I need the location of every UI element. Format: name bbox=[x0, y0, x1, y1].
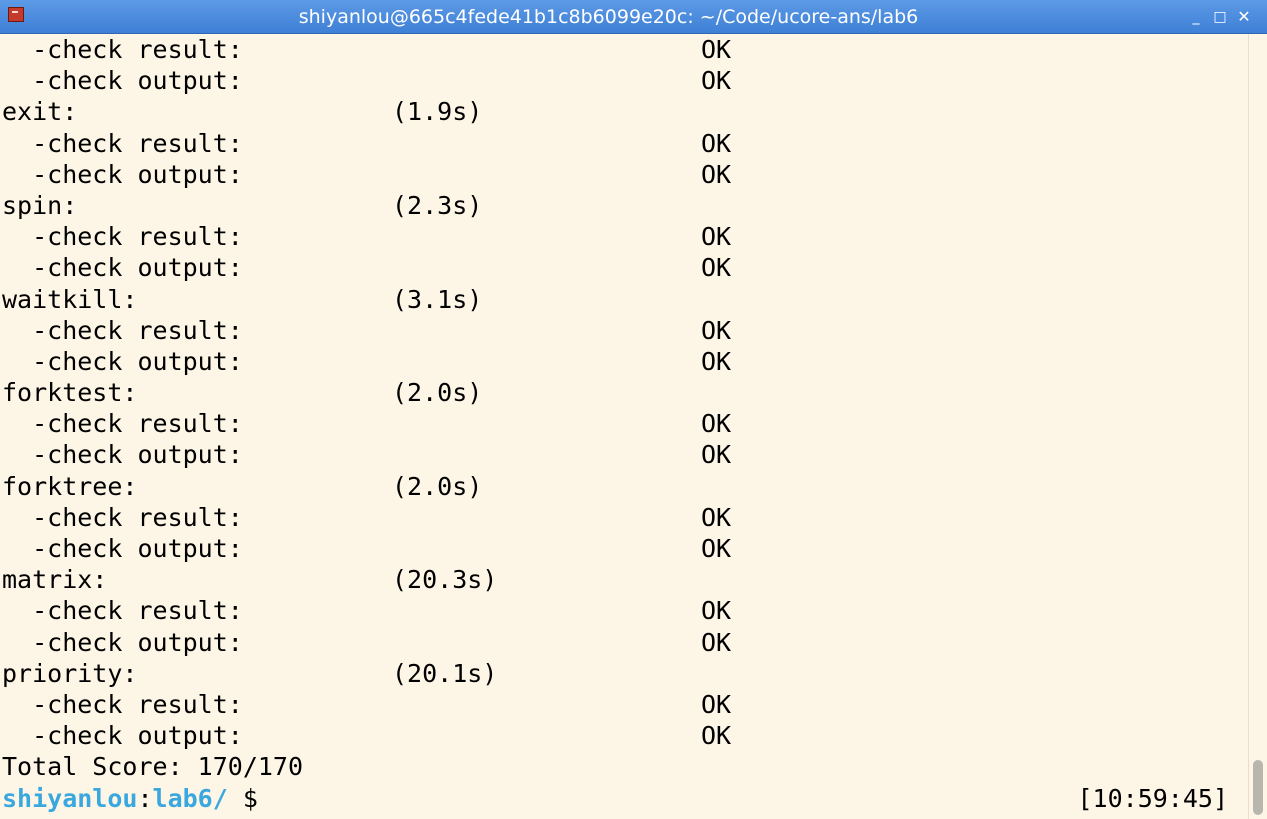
check-status: OK bbox=[701, 159, 732, 189]
shell-prompt-line[interactable]: shiyanlou:lab6/ $ [10:59:45] bbox=[0, 783, 1248, 814]
test-label: -check output: bbox=[2, 440, 243, 470]
output-line: -check result: OK bbox=[0, 502, 1248, 533]
test-label: -check result: bbox=[2, 409, 243, 439]
check-status: OK bbox=[701, 128, 732, 158]
check-status: OK bbox=[701, 440, 732, 470]
total-score-text: Total Score: 170/170 bbox=[2, 752, 304, 782]
window-title: shiyanlou@665c4fede41b1c8b6099e20c: ~/Co… bbox=[298, 6, 919, 28]
check-status: OK bbox=[701, 66, 732, 96]
check-status: OK bbox=[701, 721, 732, 751]
test-label: waitkill: bbox=[2, 284, 138, 314]
test-label: exit: bbox=[2, 97, 78, 127]
test-label: -check output: bbox=[2, 346, 243, 376]
check-status: OK bbox=[701, 409, 732, 439]
output-line: -check output: OK bbox=[0, 627, 1248, 658]
test-label: -check output: bbox=[2, 721, 243, 751]
output-line: exit: (1.9s) bbox=[0, 96, 1248, 127]
scrollbar-thumb[interactable] bbox=[1253, 760, 1263, 815]
output-line: waitkill: (3.1s) bbox=[0, 284, 1248, 315]
output-line: matrix: (20.3s) bbox=[0, 564, 1248, 595]
check-status: OK bbox=[701, 35, 732, 64]
test-label: -check output: bbox=[2, 253, 243, 283]
output-line: -check result: OK bbox=[0, 595, 1248, 626]
test-duration: (3.1s) bbox=[392, 284, 483, 314]
prompt-user: shiyanlou bbox=[2, 783, 138, 813]
check-status: OK bbox=[701, 627, 732, 657]
total-score-line: Total Score: 170/170 bbox=[0, 751, 1248, 782]
output-line: -check output: OK bbox=[0, 533, 1248, 564]
check-status: OK bbox=[701, 689, 732, 719]
title-bar[interactable]: shiyanlou@665c4fede41b1c8b6099e20c: ~/Co… bbox=[0, 0, 1267, 34]
prompt-symbol: $ bbox=[227, 783, 258, 813]
output-line: -check output: OK bbox=[0, 65, 1248, 96]
test-duration: (20.1s) bbox=[392, 658, 498, 688]
test-label: matrix: bbox=[2, 565, 108, 595]
test-label: -check output: bbox=[2, 534, 243, 563]
test-label: forktest: bbox=[2, 378, 138, 408]
check-status: OK bbox=[701, 222, 732, 252]
prompt-path: lab6/ bbox=[152, 783, 228, 813]
output-line: -check output: OK bbox=[0, 439, 1248, 470]
output-line: -check result: OK bbox=[0, 315, 1248, 346]
output-line: -check output: OK bbox=[0, 159, 1248, 190]
output-line: -check result: OK bbox=[0, 689, 1248, 720]
output-line: spin: (2.3s) bbox=[0, 190, 1248, 221]
test-duration: (2.3s) bbox=[392, 190, 483, 220]
prompt-separator: : bbox=[137, 783, 153, 813]
output-line: -check output: OK bbox=[0, 252, 1248, 283]
terminal-app-icon[interactable] bbox=[8, 7, 24, 22]
test-label: spin: bbox=[2, 190, 78, 220]
check-status: OK bbox=[701, 253, 732, 283]
test-duration: (2.0s) bbox=[392, 378, 483, 408]
output-line: forktree: (2.0s) bbox=[0, 471, 1248, 502]
test-duration: (20.3s) bbox=[392, 565, 498, 595]
output-line: -check result: OK bbox=[0, 128, 1248, 159]
test-label: priority: bbox=[2, 658, 138, 688]
test-label: -check result: bbox=[2, 502, 243, 532]
output-line: -check result: OK bbox=[0, 221, 1248, 252]
terminal-window: shiyanlou@665c4fede41b1c8b6099e20c: ~/Co… bbox=[0, 0, 1267, 819]
vertical-scrollbar[interactable] bbox=[1248, 34, 1267, 819]
close-icon[interactable]: ✕ bbox=[1235, 8, 1253, 26]
output-line: priority: (20.1s) bbox=[0, 658, 1248, 689]
test-label: forktree: bbox=[2, 471, 138, 501]
output-line: -check result: OK bbox=[0, 408, 1248, 439]
test-duration: (2.0s) bbox=[392, 471, 483, 501]
prompt-clock: [10:59:45] bbox=[1077, 783, 1228, 813]
maximize-icon[interactable]: □ bbox=[1211, 8, 1229, 26]
output-line: -check output: OK bbox=[0, 346, 1248, 377]
test-label: -check result: bbox=[2, 222, 243, 252]
output-lines: -check result: OK -check output: OK exit: (1… bbox=[0, 34, 1248, 751]
check-status: OK bbox=[701, 346, 732, 376]
check-status: OK bbox=[701, 596, 732, 626]
test-label: -check output: bbox=[2, 627, 243, 657]
output-line: -check result: OK bbox=[0, 34, 1248, 65]
test-duration: (1.9s) bbox=[392, 97, 483, 127]
check-status: OK bbox=[701, 534, 732, 563]
test-label: -check result: bbox=[2, 596, 243, 626]
output-line: -check output: OK bbox=[0, 720, 1248, 751]
output-line: forktest: (2.0s) bbox=[0, 377, 1248, 408]
test-label: -check result: bbox=[2, 315, 243, 345]
test-label: -check result: bbox=[2, 35, 243, 64]
minimize-icon[interactable]: _ bbox=[1187, 8, 1205, 26]
shell-prompt: shiyanlou:lab6/ $ bbox=[2, 783, 258, 814]
test-label: -check result: bbox=[2, 689, 243, 719]
test-label: -check result: bbox=[2, 128, 243, 158]
test-label: -check output: bbox=[2, 66, 243, 96]
check-status: OK bbox=[701, 315, 732, 345]
test-label: -check output: bbox=[2, 159, 243, 189]
check-status: OK bbox=[701, 502, 732, 532]
terminal-output[interactable]: -check result: OK -check output: OK exit: (1… bbox=[0, 34, 1248, 819]
